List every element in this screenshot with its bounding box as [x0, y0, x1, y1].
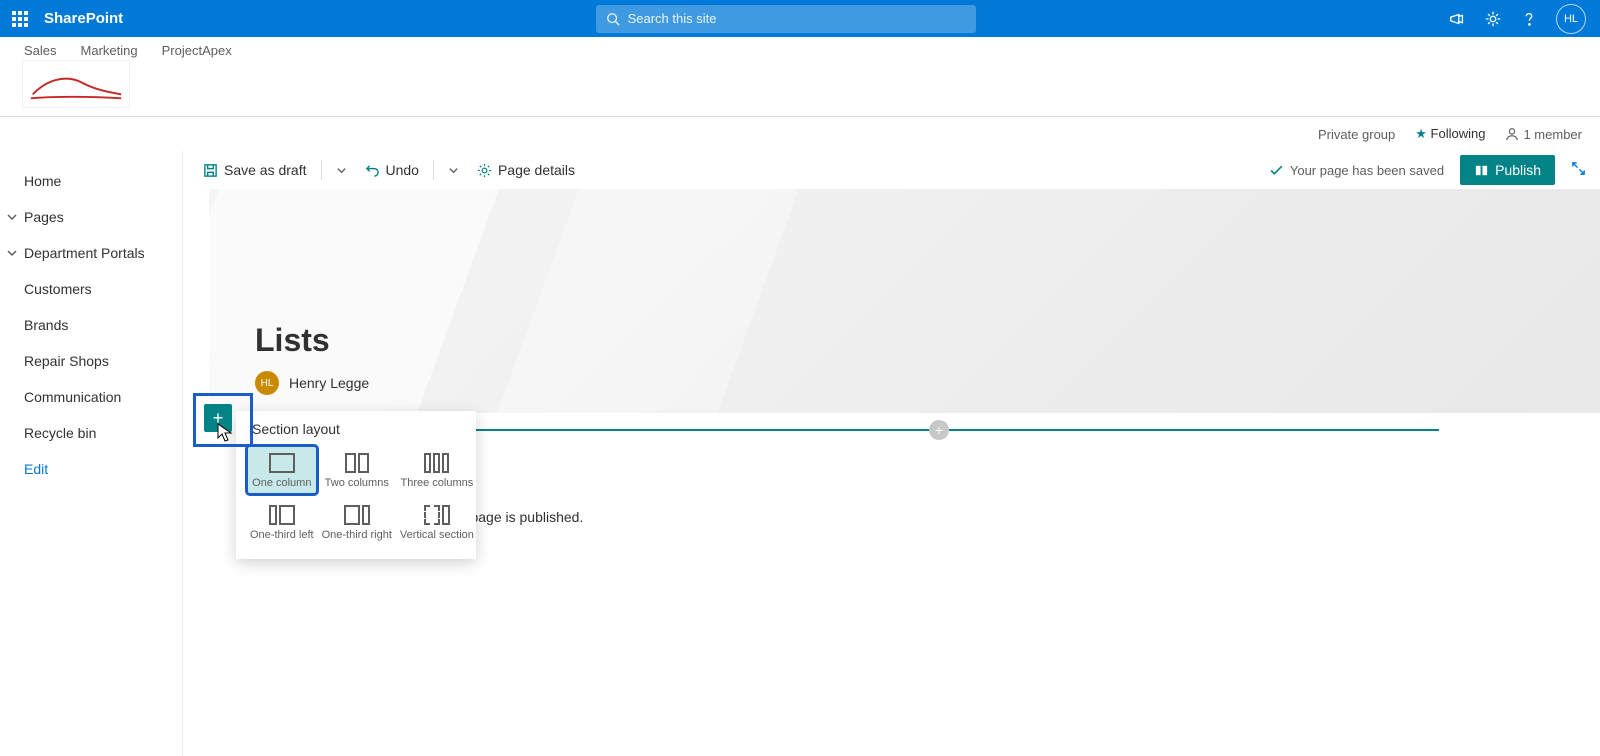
nav-communication[interactable]: Communication — [0, 379, 182, 415]
layout-two-columns[interactable]: Two columns — [320, 447, 394, 493]
expand-icon — [1571, 161, 1586, 176]
page-canvas: Lists HL Henry Legge + he page is publis… — [209, 189, 1600, 756]
app-brand[interactable]: SharePoint — [44, 10, 123, 27]
chevron-down-icon — [448, 165, 459, 176]
nav-customers[interactable]: Customers — [0, 271, 182, 307]
nav-home[interactable]: Home — [0, 163, 182, 199]
one-third-right-icon — [343, 505, 371, 525]
car-logo-icon — [23, 61, 129, 108]
publish-button[interactable]: Publish — [1460, 155, 1555, 185]
hub-nav: Sales Marketing ProjectApex — [0, 37, 1600, 117]
content-wrap: Home Pages Department Portals Customers … — [0, 151, 1600, 756]
app-launcher-button[interactable] — [0, 0, 40, 37]
site-logo[interactable] — [22, 60, 130, 108]
site-info-bar: Private group ★ Following 1 member — [0, 117, 1600, 151]
three-columns-icon — [423, 453, 451, 473]
nav-brands[interactable]: Brands — [0, 307, 182, 343]
megaphone-icon[interactable] — [1448, 10, 1466, 28]
nav-edit-link[interactable]: Edit — [0, 451, 182, 487]
person-icon — [1505, 127, 1519, 141]
quick-launch: Home Pages Department Portals Customers … — [0, 151, 183, 756]
author-block: HL Henry Legge — [255, 371, 369, 395]
publish-icon — [1474, 163, 1489, 178]
checkmark-icon — [1269, 163, 1284, 178]
save-icon — [203, 163, 218, 178]
nav-pages[interactable]: Pages — [0, 199, 182, 235]
help-icon[interactable] — [1520, 10, 1538, 28]
layout-one-third-left[interactable]: One-third left — [248, 499, 316, 545]
undo-icon — [365, 163, 380, 178]
page-details-button[interactable]: Page details — [471, 155, 581, 185]
search-input[interactable] — [628, 11, 966, 26]
user-avatar[interactable]: HL — [1556, 4, 1586, 34]
hub-link-marketing[interactable]: Marketing — [81, 43, 138, 58]
members-button[interactable]: 1 member — [1505, 127, 1582, 142]
page-title[interactable]: Lists — [255, 322, 369, 359]
save-draft-chevron[interactable] — [330, 155, 353, 185]
main: Save as draft Undo Page details Your pag… — [183, 151, 1600, 756]
chevron-down-icon — [6, 247, 18, 259]
hub-link-projectapex[interactable]: ProjectApex — [162, 43, 232, 58]
saved-status: Your page has been saved — [1269, 163, 1444, 178]
chevron-down-icon — [6, 211, 18, 223]
two-columns-icon — [343, 453, 371, 473]
author-avatar: HL — [255, 371, 279, 395]
undo-chevron[interactable] — [442, 155, 465, 185]
nav-recycle-bin[interactable]: Recycle bin — [0, 415, 182, 451]
suite-bar: SharePoint HL — [0, 0, 1600, 37]
one-column-icon — [268, 453, 296, 473]
waffle-icon — [12, 11, 28, 27]
search-icon — [606, 12, 620, 26]
cursor-icon — [217, 423, 233, 443]
expand-button[interactable] — [1571, 161, 1586, 179]
follow-button[interactable]: ★ Following — [1415, 126, 1485, 142]
search-box[interactable] — [596, 5, 976, 33]
hub-link-sales[interactable]: Sales — [24, 43, 57, 58]
search-wrap — [123, 5, 1448, 33]
hub-links: Sales Marketing ProjectApex — [0, 37, 1600, 58]
chevron-down-icon — [336, 165, 347, 176]
suite-icons: HL — [1448, 4, 1600, 34]
layout-one-column[interactable]: One column — [248, 447, 316, 493]
section-layout-popover: Section layout One column Two columns Th… — [236, 411, 476, 559]
one-third-left-icon — [268, 505, 296, 525]
privacy-label: Private group — [1318, 127, 1395, 142]
section-divider: + — [439, 429, 1439, 431]
add-webpart-mid-button[interactable]: + — [929, 420, 949, 440]
placeholder-text: he page is published. — [439, 509, 1600, 525]
gear-icon — [477, 163, 492, 178]
nav-department-portals[interactable]: Department Portals — [0, 235, 182, 271]
nav-repair-shops[interactable]: Repair Shops — [0, 343, 182, 379]
author-name: Henry Legge — [289, 375, 369, 391]
undo-button[interactable]: Undo — [359, 155, 425, 185]
layout-one-third-right[interactable]: One-third right — [320, 499, 394, 545]
popover-title: Section layout — [248, 421, 464, 437]
layout-vertical-section[interactable]: Vertical section — [398, 499, 476, 545]
command-bar: Save as draft Undo Page details Your pag… — [183, 151, 1600, 189]
star-icon: ★ — [1415, 126, 1427, 141]
save-draft-button[interactable]: Save as draft — [197, 155, 313, 185]
vertical-section-icon — [423, 505, 451, 525]
layout-three-columns[interactable]: Three columns — [398, 447, 476, 493]
settings-icon[interactable] — [1484, 10, 1502, 28]
hero-section[interactable]: Lists HL Henry Legge — [209, 189, 1600, 413]
